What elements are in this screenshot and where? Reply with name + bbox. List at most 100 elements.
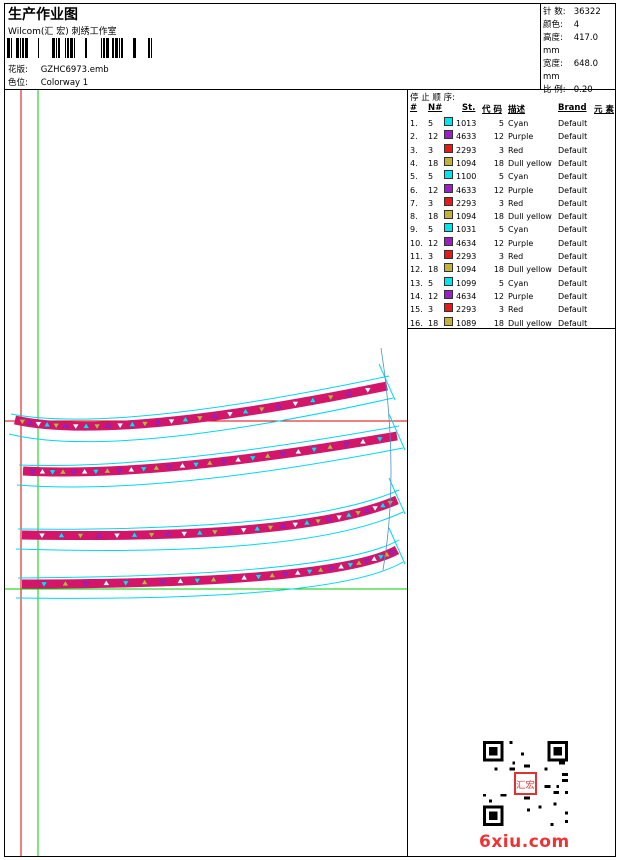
stop-stitches: 2293	[456, 145, 477, 155]
stop-needle: 18	[428, 158, 439, 168]
color-swatch	[444, 196, 453, 206]
stop-num: 2.	[410, 132, 418, 142]
spec-width: 宽度: 648.0 mm	[543, 59, 599, 82]
barcode	[7, 38, 152, 58]
stop-brand: Default	[558, 238, 588, 248]
stop-desc: Red	[508, 252, 524, 261]
stop-code: 12	[493, 185, 504, 195]
band-end-line	[388, 527, 406, 565]
stop-stitches: 1094	[456, 212, 477, 222]
stop-desc: Red	[508, 145, 524, 155]
stop-desc: Cyan	[508, 278, 529, 288]
stop-code: 12	[493, 291, 504, 301]
stop-desc: Purple	[508, 291, 534, 301]
stop-needle: 3	[428, 305, 434, 315]
worksheet-frame: 生产作业图 Wilcom(汇 宏) 刺绣工作室 花版: GZHC6973.emb…	[4, 3, 616, 857]
stop-num: 3.	[410, 145, 418, 155]
col-header-brand: Brand	[558, 103, 587, 113]
stop-num: 9.	[410, 225, 418, 235]
stop-brand: Default	[558, 278, 588, 288]
stop-code: 3	[498, 198, 504, 208]
stop-brand: Default	[558, 305, 588, 315]
stop-brand: Default	[558, 158, 588, 168]
stop-desc: Purple	[508, 185, 534, 195]
specs-panel: 针 数: 36322 颜色: 4 高度: 417.0 mm 宽度: 648.0 …	[543, 6, 615, 97]
color-swatch	[444, 183, 453, 193]
embroidery-preview	[5, 90, 407, 856]
color-swatch	[444, 263, 453, 273]
stop-stitches: 1099	[456, 278, 477, 288]
stop-row: 1. 5 1013 5 Cyan Default	[408, 117, 615, 130]
stop-stitches: 1013	[456, 119, 477, 128]
stop-stitches: 4634	[456, 238, 477, 248]
stop-row: 3. 3 2293 3 Red Default	[408, 143, 615, 157]
stop-code: 18	[493, 212, 504, 222]
stop-code: 5	[498, 119, 504, 128]
stop-row: 10. 12 4634 12 Purple Default	[408, 236, 615, 250]
stop-brand: Default	[558, 225, 588, 235]
stop-desc: Dull yellow	[508, 212, 552, 222]
color-swatch	[444, 303, 453, 313]
stop-desc: Purple	[508, 132, 534, 142]
stop-needle: 12	[428, 185, 439, 195]
stop-desc: Dull yellow	[508, 265, 552, 275]
stop-num: 8.	[410, 212, 418, 222]
col-header-desc: 描述	[508, 105, 526, 115]
stop-num: 1.	[410, 119, 418, 128]
stop-needle: 5	[428, 225, 434, 235]
stop-desc: Red	[508, 305, 524, 315]
company-name: Wilcom(汇 宏) 刺绣工作室	[8, 27, 117, 37]
stop-num: 5.	[410, 172, 418, 182]
stop-num: 13.	[410, 278, 423, 288]
color-swatch	[444, 143, 453, 153]
stop-desc: Purple	[508, 238, 534, 248]
design-preview	[5, 90, 408, 856]
stop-needle: 5	[428, 172, 434, 182]
stop-code: 12	[493, 238, 504, 248]
stop-brand: Default	[558, 252, 588, 261]
stop-code: 5	[498, 278, 504, 288]
embroidery-band	[21, 495, 399, 541]
watermark-logo: 6xiu.com	[479, 832, 570, 852]
header-vertical-divider	[540, 4, 541, 89]
stop-needle: 5	[428, 119, 434, 128]
spec-height: 高度: 417.0 mm	[543, 33, 599, 56]
color-swatch	[444, 130, 453, 140]
design-file-value: GZHC6973.emb	[40, 65, 109, 75]
stop-row: 14. 12 4634 12 Purple Default	[408, 289, 615, 303]
stop-row: 8. 18 1094 18 Dull yellow Default	[408, 210, 615, 223]
stop-needle: 18	[428, 212, 439, 222]
stop-needle: 18	[428, 265, 439, 275]
colorway-row: 色位: Colorway 1	[8, 76, 88, 88]
stop-row: 11. 3 2293 3 Red Default	[408, 250, 615, 263]
band-outline	[17, 539, 400, 579]
stop-stitches: 4633	[456, 185, 477, 195]
stop-needle: 3	[428, 252, 434, 261]
stop-stitches: 2293	[456, 198, 477, 208]
stop-num: 6.	[410, 185, 418, 195]
page-title: 生产作业图	[8, 7, 78, 23]
stop-needle: 12	[428, 132, 439, 142]
stop-code: 18	[493, 158, 504, 168]
color-swatch	[444, 223, 453, 233]
color-swatch	[444, 156, 453, 166]
colorway-label: 色位:	[8, 78, 28, 88]
col-header-num: #	[410, 103, 418, 113]
stop-num: 11.	[410, 252, 423, 261]
stop-needle: 3	[428, 198, 434, 208]
color-swatch	[444, 250, 453, 259]
stop-brand: Default	[558, 119, 588, 128]
design-file-row: 花版: GZHC6973.emb	[8, 63, 109, 75]
stop-code: 3	[498, 145, 504, 155]
design-file-label: 花版:	[8, 65, 28, 75]
stop-stitches: 4634	[456, 291, 477, 301]
stop-desc: Dull yellow	[508, 158, 552, 168]
stop-code: 18	[493, 265, 504, 275]
stop-stitches: 1031	[456, 225, 477, 235]
stop-row: 6. 12 4633 12 Purple Default	[408, 183, 615, 197]
stop-num: 7.	[410, 198, 418, 208]
stop-row: 2. 12 4633 12 Purple Default	[408, 130, 615, 143]
stop-row: 13. 5 1099 5 Cyan Default	[408, 276, 615, 290]
band-outline	[17, 489, 400, 530]
stop-desc: Cyan	[508, 225, 529, 235]
